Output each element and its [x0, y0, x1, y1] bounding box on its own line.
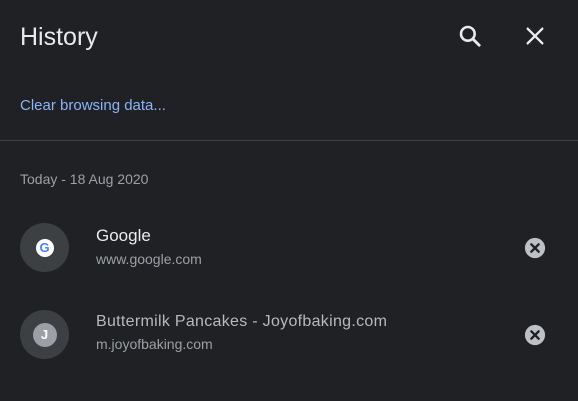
search-icon: [459, 25, 481, 47]
search-button[interactable]: [450, 16, 490, 56]
history-item[interactable]: J Buttermilk Pancakes - Joyofbaking.com …: [0, 298, 578, 372]
history-item-url: m.joyofbaking.com: [96, 336, 213, 352]
remove-circle-icon: [524, 324, 546, 346]
google-favicon-icon: G: [35, 238, 54, 257]
history-item-title: Google: [96, 226, 151, 245]
app-bar: History: [0, 0, 578, 74]
remove-history-item-button[interactable]: [523, 236, 547, 260]
remove-history-item-button[interactable]: [523, 323, 547, 347]
favicon: J: [20, 310, 69, 359]
favicon: G: [20, 223, 69, 272]
remove-circle-icon: [524, 237, 546, 259]
history-item-title: Buttermilk Pancakes - Joyofbaking.com: [96, 313, 388, 330]
history-item[interactable]: G Google www.google.com: [0, 211, 578, 285]
date-header: Today - 18 Aug 2020: [20, 171, 149, 187]
letter-favicon-icon: J: [32, 322, 57, 347]
close-button[interactable]: [515, 16, 555, 56]
divider: [0, 140, 578, 141]
page-title: History: [20, 23, 98, 51]
clear-browsing-data-row: Clear browsing data...: [0, 74, 578, 140]
clear-browsing-data-link[interactable]: Clear browsing data...: [20, 97, 166, 114]
close-icon: [526, 27, 544, 45]
history-item-url: www.google.com: [96, 251, 202, 267]
